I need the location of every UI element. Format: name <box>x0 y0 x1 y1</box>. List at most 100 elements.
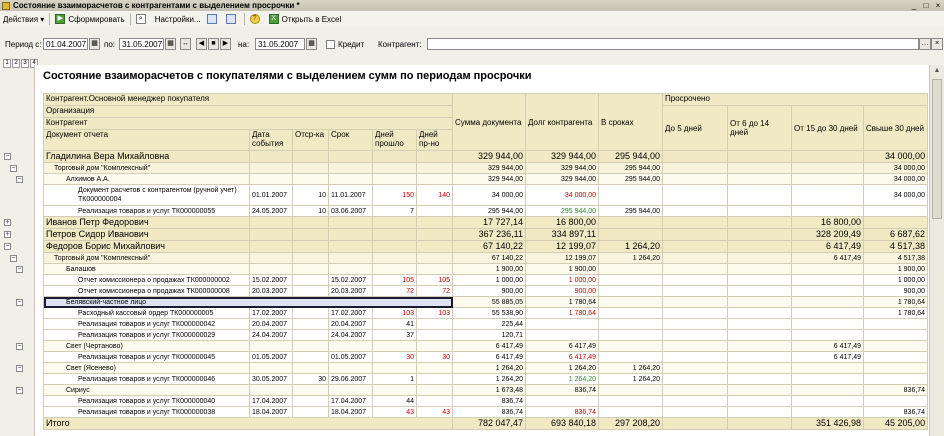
tree-toggle-icon[interactable]: − <box>16 265 23 273</box>
level-2-button[interactable]: 2 <box>12 59 20 68</box>
tree-toggle-icon[interactable]: − <box>16 364 23 372</box>
settings-button[interactable]: Настройки... <box>152 12 204 26</box>
counterparty-input[interactable] <box>427 38 919 50</box>
calendar-icon[interactable]: ▦ <box>89 38 100 50</box>
report-row[interactable]: Торговый дом "Комплексный" 329 944,00 329 … <box>43 162 929 174</box>
vertical-scrollbar[interactable]: ▲ <box>929 65 944 436</box>
row-d6-14 <box>727 384 793 396</box>
tree-toggle-icon[interactable]: − <box>10 254 17 262</box>
period-select-icon[interactable]: ↔ <box>180 38 191 50</box>
row-debt: 12 199,07 <box>525 240 600 253</box>
row-days-passed <box>372 228 417 241</box>
report-row[interactable]: Гладилина Вера Михайловна 329 944,00 329 9… <box>43 150 929 163</box>
report-row[interactable]: Реализация товаров и услуг ТК000000029 24… <box>43 329 929 341</box>
row-d15-30 <box>791 406 865 418</box>
period-current-icon[interactable]: ■ <box>208 38 219 50</box>
row-days-overdue <box>415 395 454 407</box>
report-row[interactable]: Свет (Чертаново) 6 417,49 6 417,49 6 417,49 <box>43 340 929 352</box>
row-date: 17.02.2007 <box>249 307 293 319</box>
row-d15-30 <box>791 395 865 407</box>
row-date: 17.04.2007 <box>249 395 293 407</box>
level-1-button[interactable]: 1 <box>3 59 11 68</box>
report-row[interactable]: Реализация товаров и услуг ТК000000055 24… <box>43 205 929 217</box>
select-dots-icon[interactable]: … <box>919 38 931 50</box>
row-days-overdue <box>415 373 454 385</box>
report-row[interactable]: Сириус 1 673,48 836,74 836,74 <box>43 384 929 396</box>
scroll-thumb[interactable] <box>932 79 942 219</box>
generate-button[interactable]: ▶ Сформировать <box>52 12 127 26</box>
clear-icon[interactable]: × <box>931 38 943 50</box>
row-d15-30: 328 209,49 <box>791 228 865 241</box>
calendar-icon[interactable]: ▦ <box>165 38 176 50</box>
row-in-term: 1 264,20 <box>598 362 664 374</box>
report-row[interactable]: Балашов 1 900,00 1 900,00 1 900,00 <box>43 263 929 275</box>
tree-toggle-icon[interactable]: − <box>16 386 23 394</box>
report-row[interactable]: Свет (Ясенево) 1 264,20 1 264,20 1 264,20 <box>43 362 929 374</box>
tree-toggle-icon[interactable]: − <box>16 175 23 183</box>
row-doc-sum: 55 538,90 <box>452 307 527 319</box>
row-term <box>328 340 373 352</box>
report-row[interactable]: Реализация товаров и услуг ТК000000046 30… <box>43 373 929 385</box>
tree-toggle-icon[interactable]: − <box>4 242 11 250</box>
open-excel-button[interactable]: X Открыть в Excel <box>266 12 345 26</box>
total-debt: 693 840,18 <box>525 417 600 430</box>
credit-checkbox[interactable] <box>326 40 335 49</box>
maximize-button[interactable]: □ <box>920 0 932 11</box>
help-button[interactable]: ? <box>247 12 266 26</box>
row-in-term: 1 264,20 <box>598 373 664 385</box>
row-delay: 30 <box>292 373 329 385</box>
row-days-passed: 30 <box>372 351 417 363</box>
period-back-icon[interactable]: ◀ <box>196 38 207 50</box>
header-days-overdue: Дней пр-но <box>415 129 454 151</box>
report-row[interactable]: Федоров Борис Михайлович 67 140,22 12 199,… <box>43 240 929 253</box>
header-debt: Долг контрагента <box>525 93 600 151</box>
layout-button[interactable] <box>204 12 223 26</box>
report-row[interactable]: Отчет комиссионера о продажах ТК00000000… <box>43 274 929 286</box>
close-button[interactable]: × <box>932 0 944 11</box>
report-row[interactable]: Иванов Петр Федорович 17 727,14 16 800,00 1… <box>43 216 929 229</box>
row-days-overdue: 72 <box>415 285 454 297</box>
actions-menu[interactable]: Действия ▾ <box>0 12 47 26</box>
scroll-up-icon[interactable]: ▲ <box>930 65 944 77</box>
row-debt: 836,74 <box>525 384 600 396</box>
report-row[interactable]: Торговый дом "Комплексный" 67 140,22 12 19… <box>43 252 929 264</box>
period-forward-icon[interactable]: ▶ <box>220 38 231 50</box>
row-delay <box>292 228 329 241</box>
tree-toggle-icon[interactable]: − <box>4 152 11 160</box>
level-3-button[interactable]: 3 <box>21 59 29 68</box>
report-row[interactable]: Реализация товаров и услуг ТК000000038 18… <box>43 406 929 418</box>
tree-toggle-icon[interactable]: + <box>4 218 11 226</box>
row-over30 <box>863 395 929 407</box>
tree-button[interactable] <box>223 12 242 26</box>
row-upto5 <box>662 362 729 374</box>
period-to-input[interactable]: 31.05.2007 <box>119 38 164 50</box>
row-name: Иванов Петр Федорович <box>43 216 250 229</box>
report-row[interactable]: Алхимов А.А. 329 944,00 329 944,00 295 944,… <box>43 173 929 185</box>
row-days-overdue: 30 <box>415 351 454 363</box>
report-row[interactable]: Отчет комиссионера о продажах ТК00000000… <box>43 285 929 297</box>
report-row[interactable]: Реализация товаров и услуг ТК000000042 20… <box>43 318 929 330</box>
minimize-button[interactable]: _ <box>908 0 920 11</box>
row-doc-sum: 6 417,49 <box>452 351 527 363</box>
row-days-passed: 44 <box>372 395 417 407</box>
tree-toggle-icon[interactable]: − <box>16 342 23 350</box>
on-date-input[interactable]: 31.05.2007 <box>255 38 305 50</box>
period-from-input[interactable]: 01.04.2007 <box>43 38 88 50</box>
report-row[interactable]: Реализация товаров и услуг ТК000000040 17… <box>43 395 929 407</box>
tree-toggle-icon[interactable]: + <box>4 230 11 238</box>
tree-toggle-icon[interactable]: − <box>10 164 17 172</box>
row-d6-14 <box>727 296 793 308</box>
row-d15-30 <box>791 205 865 217</box>
calendar-icon[interactable]: ▦ <box>306 38 317 50</box>
report-row[interactable]: Реализация товаров и услуг ТК000000045 01… <box>43 351 929 363</box>
report-row[interactable]: Петров Сидор Иванович 367 236,11 334 897,1… <box>43 228 929 241</box>
row-in-term <box>598 263 664 275</box>
report-row[interactable]: Белявский-частное лицо 55 885,05 1 780,64 1… <box>42 296 929 308</box>
row-over30 <box>863 318 929 330</box>
tree-toggle-icon[interactable]: − <box>16 298 23 306</box>
row-name: Расходный кассовый ордер ТК000000005 <box>43 307 250 319</box>
row-d15-30 <box>791 318 865 330</box>
report-row[interactable]: Документ расчетов с контрагентом (ручной… <box>43 184 929 206</box>
search-button[interactable]: ⌕ <box>133 12 152 26</box>
report-row[interactable]: Расходный кассовый ордер ТК000000005 17.0… <box>43 307 929 319</box>
